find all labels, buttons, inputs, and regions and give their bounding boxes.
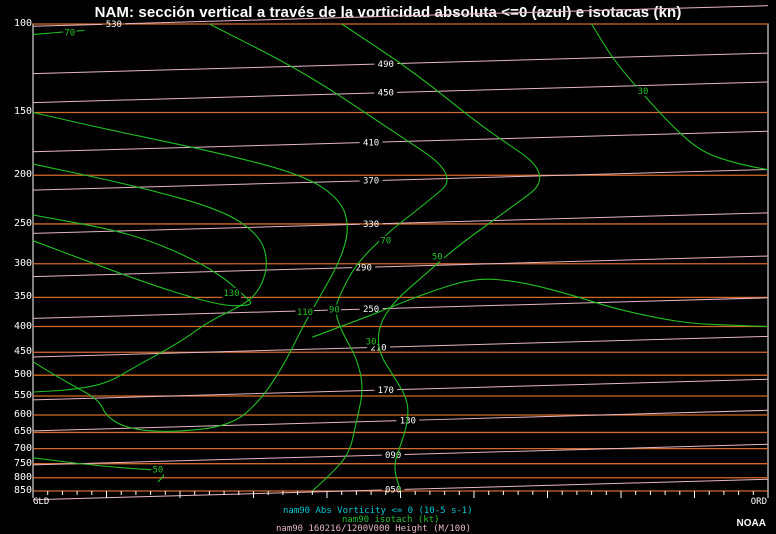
y-tick-label: 200 [13,169,32,181]
y-tick-label: 350 [13,291,32,303]
height-contour-label: 370 [363,177,379,187]
y-tick-label: 700 [13,442,32,454]
height-contour-label: 090 [385,451,401,461]
y-tick-label: 100 [13,18,32,29]
x-start-label: GLD [33,497,50,507]
isotach-label: 50 [432,252,443,262]
y-tick-label: 300 [13,257,32,269]
y-tick-label: 650 [13,426,32,438]
cross-section-plot: 530490450410370330290250210170130090050 … [32,5,769,501]
noaa-credit: NOAA [736,518,766,529]
height-contour-label: 450 [378,89,394,99]
height-contour-line [125,5,769,25]
height-contour-label: 170 [378,386,394,396]
height-contour-label: 250 [363,305,379,315]
isotach-label: 70 [380,237,391,247]
height-contour-label: 330 [363,220,379,230]
y-tick-label: 400 [13,320,32,332]
isotach-label: 130 [223,289,239,299]
isotach-label: 50 [153,465,164,475]
height-contour-label: 530 [106,20,122,30]
isotach-label: 90 [329,306,340,316]
isotach-label: 70 [64,29,75,39]
y-tick-label: 550 [13,390,32,401]
y-tick-label: 450 [13,346,32,358]
isotach-label: 30 [638,87,649,97]
y-tick-label: 800 [13,471,32,483]
height-contour-label: 290 [356,263,372,273]
y-tick-label: 850 [13,485,32,496]
y-tick-label: 500 [13,369,32,381]
y-tick-label: 750 [13,457,32,469]
y-tick-label: 600 [13,408,32,420]
isotach-label: 110 [297,308,313,318]
x-end-label: ORD [750,497,767,507]
y-tick-label: 150 [13,106,32,118]
y-tick-label: 250 [13,217,32,229]
height-contour-label: 490 [378,60,394,70]
height-contour-label: 410 [363,138,379,148]
isotach-label: 30 [366,337,377,347]
